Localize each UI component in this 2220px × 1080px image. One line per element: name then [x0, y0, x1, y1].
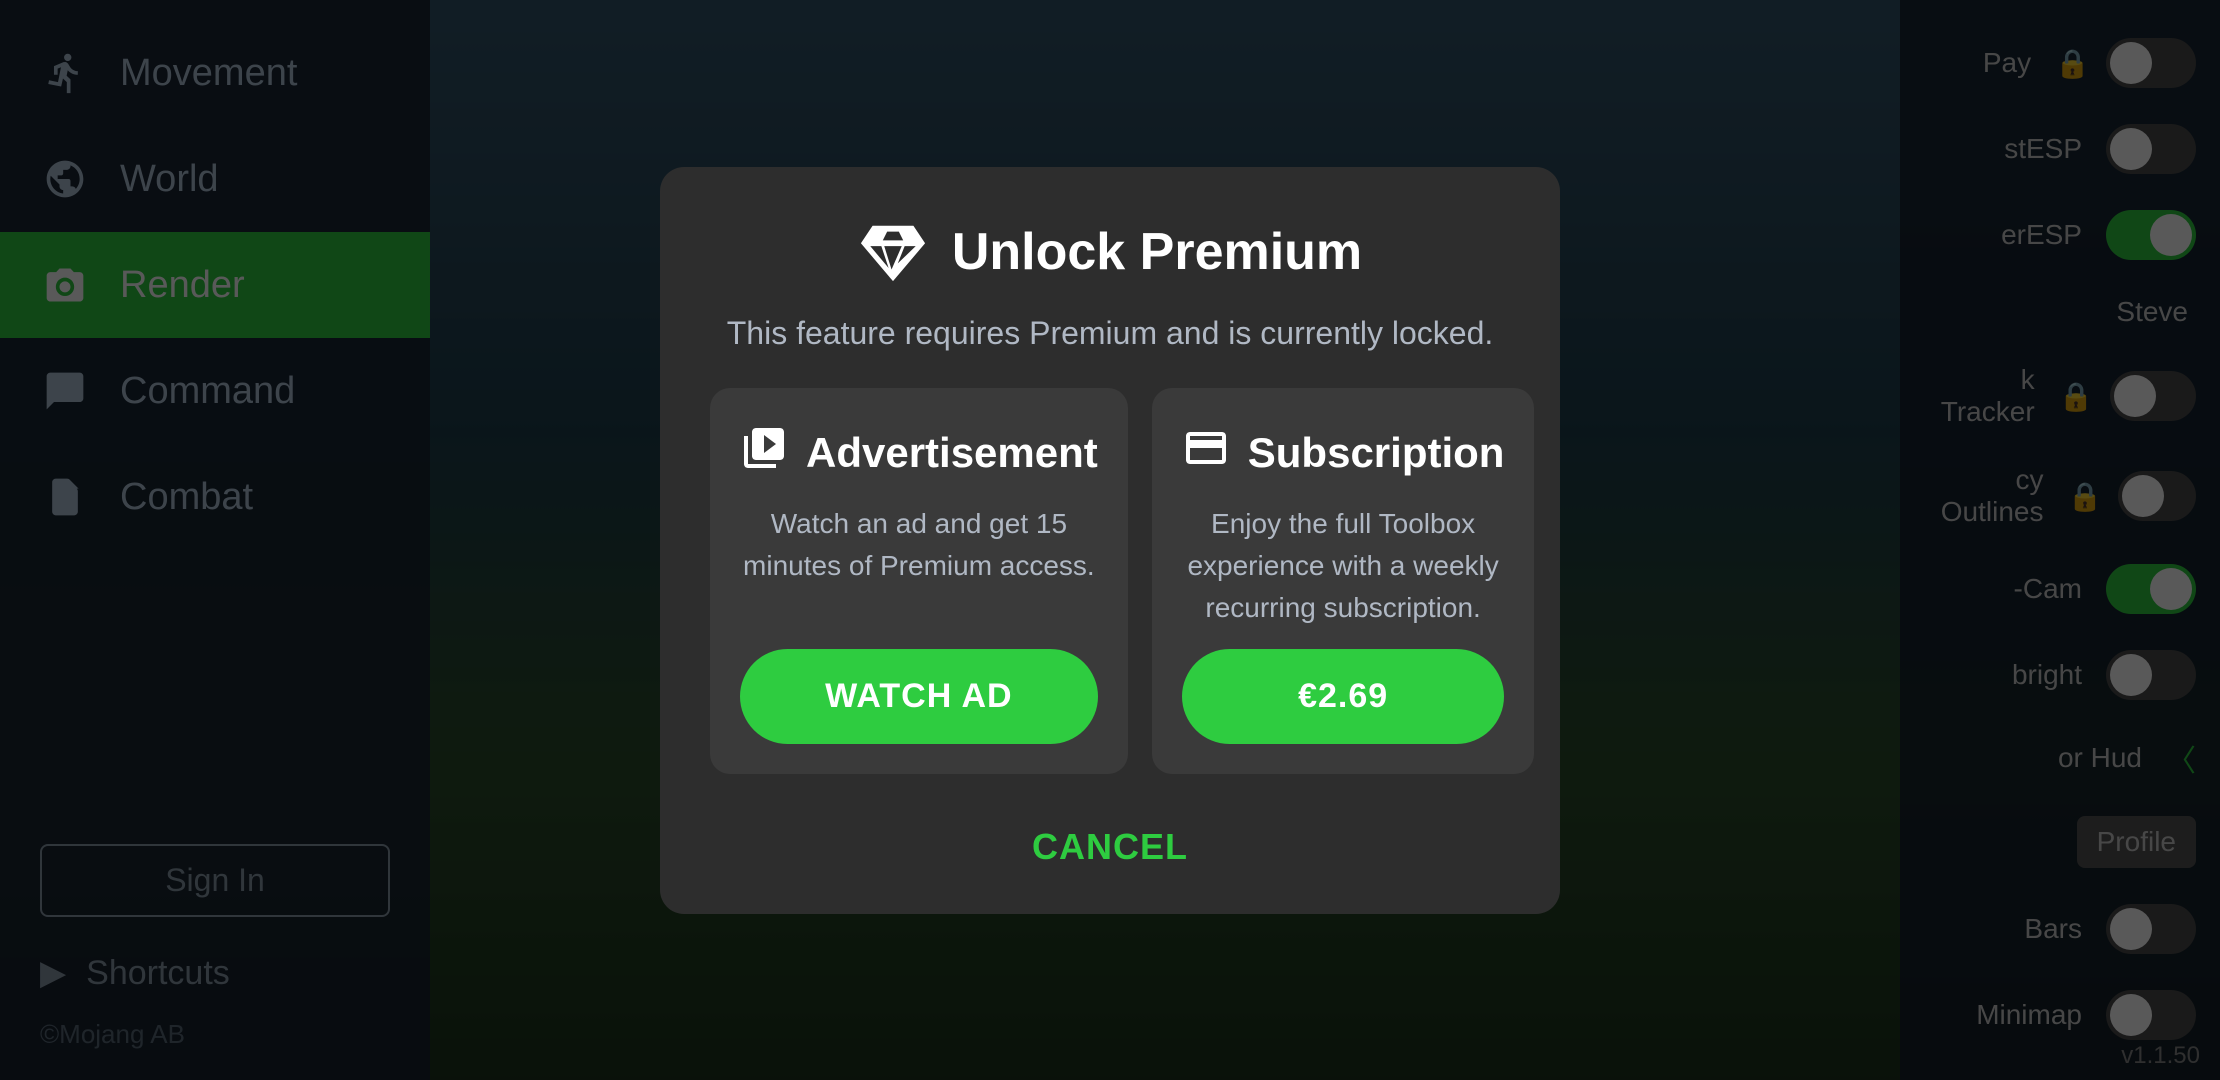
modal-title: Unlock Premium — [952, 222, 1362, 282]
subscription-icon — [1182, 424, 1230, 483]
ad-card-header: Advertisement — [740, 424, 1098, 483]
cancel-button[interactable]: CANCEL — [972, 810, 1248, 884]
advertisement-card: Advertisement Watch an ad and get 15 min… — [710, 388, 1128, 774]
unlock-premium-modal: Unlock Premium This feature requires Pre… — [660, 167, 1560, 914]
ad-icon — [740, 424, 788, 483]
ad-card-description: Watch an ad and get 15 minutes of Premiu… — [740, 503, 1098, 629]
diamond-icon — [858, 217, 928, 287]
ad-card-title: Advertisement — [806, 429, 1098, 477]
subscription-card-description: Enjoy the full Toolbox experience with a… — [1182, 503, 1505, 629]
modal-header: Unlock Premium — [858, 217, 1362, 287]
modal-cards: Advertisement Watch an ad and get 15 min… — [710, 388, 1510, 774]
subscription-card-title: Subscription — [1248, 429, 1505, 477]
subscription-card: Subscription Enjoy the full Toolbox expe… — [1152, 388, 1535, 774]
watch-ad-button[interactable]: WATCH AD — [740, 649, 1098, 744]
sub-card-header: Subscription — [1182, 424, 1505, 483]
modal-overlay[interactable]: Unlock Premium This feature requires Pre… — [0, 0, 2220, 1080]
modal-subtitle: This feature requires Premium and is cur… — [727, 315, 1494, 352]
subscribe-button[interactable]: €2.69 — [1182, 649, 1505, 744]
